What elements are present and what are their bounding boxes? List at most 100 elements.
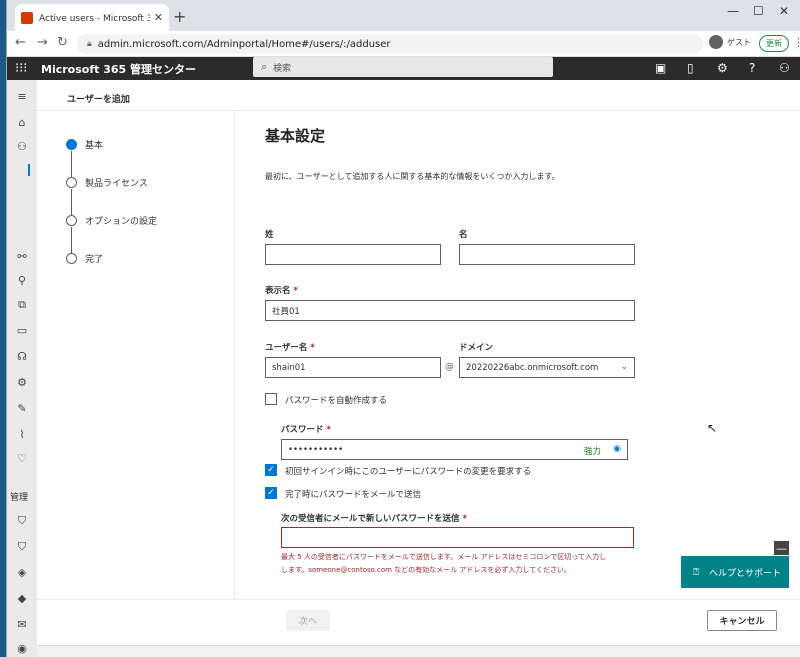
hamburger-menu-icon[interactable]: ≡ <box>16 90 28 103</box>
compliance-shield-icon[interactable]: ⛉ <box>16 540 28 554</box>
billing-icon[interactable]: ▭ <box>16 324 28 337</box>
office-favicon-icon <box>21 11 33 24</box>
step-basics[interactable]: 基本 <box>66 138 103 151</box>
send-email-checkbox[interactable]: ✓ <box>265 487 277 499</box>
display-name-field[interactable]: 社員01 <box>265 300 635 321</box>
form-description: 最初に、ユーザーとして追加する人に関する基本的な情報をいくつか入力します。 <box>265 172 560 181</box>
recipients-label: 次の受信者にメールで新しいパスワードを送信 * <box>281 512 467 524</box>
require-change-checkbox[interactable]: ✓ <box>265 464 277 476</box>
step-optional-settings[interactable]: オプションの設定 <box>66 214 157 227</box>
step-connector <box>71 189 72 215</box>
terminal-icon[interactable]: ▣ <box>655 61 666 75</box>
recipients-field[interactable] <box>281 527 634 548</box>
send-email-label: 完了時にパスワードをメールで送信 <box>285 490 422 500</box>
domain-value: 20220226abc.onmicrosoft.com <box>466 362 599 373</box>
step-connector <box>71 151 72 177</box>
update-button[interactable]: 更新 <box>759 35 789 52</box>
panel-title: ユーザーを追加 <box>67 95 130 105</box>
back-arrow-icon[interactable]: ← <box>15 35 26 50</box>
display-name-label: 表示名 * <box>265 284 298 296</box>
browser-tab[interactable]: Active users - Microsoft 365 管理 ✕ <box>15 4 169 31</box>
step-dot-icon <box>66 215 77 226</box>
resources-icon[interactable]: ⧉ <box>16 298 28 312</box>
setup-wrench-icon[interactable]: ✎ <box>16 402 28 415</box>
show-password-eye-icon[interactable]: ◉ <box>613 444 621 454</box>
close-tab-icon[interactable]: ✕ <box>154 11 163 24</box>
form-content: 基本設定 最初に、ユーザーとして追加する人に関する基本的な情報をいくつか入力しま… <box>235 111 800 599</box>
account-icon[interactable]: ⚇ <box>779 61 790 75</box>
guest-label: ゲスト <box>727 37 751 47</box>
username-field[interactable]: shain01 <box>265 357 441 378</box>
last-name-field[interactable] <box>265 244 441 265</box>
security-shield-icon[interactable]: ⛉ <box>16 514 28 528</box>
required-mark: * <box>310 343 315 353</box>
reload-icon[interactable]: ↻ <box>57 35 68 50</box>
required-mark: * <box>462 514 467 524</box>
help-question-icon[interactable]: ? <box>749 61 755 75</box>
collapse-help-button[interactable]: — <box>774 541 789 555</box>
password-label: パスワード * <box>281 423 331 435</box>
page-title: 基本設定 <box>265 127 326 145</box>
cancel-button[interactable]: キャンセル <box>707 610 777 631</box>
app-launcher-icon[interactable]: ⁝⁝⁝ <box>15 61 27 76</box>
m365-header: ⁝⁝⁝ Microsoft 365 管理センター ⌕ 検索 ▣ ▯ ⚙ ? ⚇ <box>7 57 800 80</box>
domain-label: ドメイン <box>459 343 494 353</box>
mobile-icon[interactable]: ▯ <box>687 61 694 75</box>
step-label: 製品ライセンス <box>85 179 148 189</box>
admin-section-label: 管理 <box>10 493 29 503</box>
step-finish[interactable]: 完了 <box>66 252 103 265</box>
step-label: 基本 <box>85 141 104 151</box>
user-icon[interactable]: ⚇ <box>16 140 28 153</box>
recipients-label-text: 次の受信者にメールで新しいパスワードを送信 <box>281 514 460 524</box>
horizontal-scrollbar[interactable] <box>37 645 800 657</box>
required-mark: * <box>326 425 331 435</box>
step-connector <box>71 227 72 253</box>
tab-title: Active users - Microsoft 365 管理 <box>39 14 150 24</box>
settings-gear-icon[interactable]: ⚙ <box>717 61 728 75</box>
new-tab-button[interactable]: + <box>173 7 186 26</box>
endpoint-icon[interactable]: ◈ <box>16 566 28 579</box>
wizard-steps: 基本 製品ライセンス オプションの設定 完了 <box>37 111 235 599</box>
step-licenses[interactable]: 製品ライセンス <box>66 176 148 189</box>
next-button[interactable]: 次へ <box>286 610 330 631</box>
step-dot-icon <box>66 177 77 188</box>
help-support-button[interactable]: ⍰ ヘルプとサポート <box>681 556 789 588</box>
password-field[interactable]: ••••••••••• 強力 ◉ <box>281 439 628 460</box>
address-bar[interactable]: 🔒︎ admin.microsoft.com/Adminportal/Home#… <box>77 34 703 54</box>
brand-title[interactable]: Microsoft 365 管理センター <box>41 61 196 77</box>
health-heart-icon[interactable]: ♡ <box>16 452 28 465</box>
lock-icon: 🔒︎ <box>87 39 92 49</box>
browser-toolbar: ← → ↻ 🔒︎ admin.microsoft.com/Adminportal… <box>7 31 800 57</box>
tab-strip: Active users - Microsoft 365 管理 ✕ + — ☐ … <box>7 0 800 31</box>
exchange-icon[interactable]: ✉ <box>16 618 28 631</box>
sharepoint-icon[interactable]: ◉ <box>16 642 28 655</box>
recipients-error-line-1: 最大 5 人の受信者にパスワードをメールで送信します。メール アドレスはセミコロ… <box>281 553 607 561</box>
groups-icon[interactable]: ⚯ <box>16 250 28 263</box>
rail-selection-indicator <box>28 164 30 176</box>
forward-arrow-icon[interactable]: → <box>37 35 48 50</box>
password-label-text: パスワード <box>281 425 324 435</box>
support-headset-icon[interactable]: ☊ <box>16 350 28 363</box>
step-dot-icon <box>66 253 77 264</box>
close-window-button[interactable]: ✕ <box>779 4 789 18</box>
domain-select[interactable]: 20220226abc.onmicrosoft.com ⌄ <box>459 357 635 378</box>
roles-icon[interactable]: ⚲ <box>16 274 28 287</box>
first-name-field[interactable] <box>459 244 635 265</box>
home-icon[interactable]: ⌂ <box>16 116 28 129</box>
username-label-text: ユーザー名 <box>265 343 308 353</box>
search-placeholder: 検索 <box>273 63 292 74</box>
minimize-button[interactable]: — <box>727 4 739 18</box>
settings-icon[interactable]: ⚙ <box>16 376 28 389</box>
profile-button[interactable]: ゲスト <box>709 35 751 49</box>
auto-password-label: パスワードを自動作成する <box>285 396 388 406</box>
search-icon: ⌕ <box>261 60 268 73</box>
last-name-label: 姓 <box>265 230 274 240</box>
azure-ad-icon[interactable]: ◆ <box>16 592 28 605</box>
browser-menu-icon[interactable]: ⋮ <box>793 36 800 49</box>
at-sign: @ <box>445 362 454 372</box>
reports-chart-icon[interactable]: ⌇ <box>16 428 28 441</box>
recipients-error-line-2: します。someone@contoso.com などの有効なメール アドレスを必… <box>281 566 571 574</box>
maximize-button[interactable]: ☐ <box>753 4 764 18</box>
auto-password-checkbox[interactable] <box>265 393 277 405</box>
search-box[interactable]: ⌕ 検索 <box>253 57 553 77</box>
